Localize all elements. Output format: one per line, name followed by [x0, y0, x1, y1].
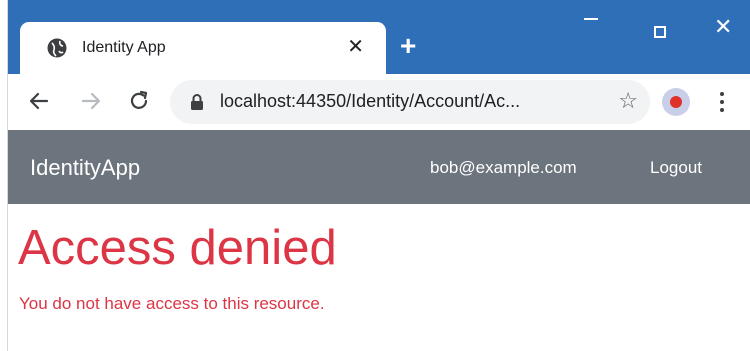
tab-title: Identity App: [82, 39, 166, 56]
back-arrow-icon[interactable]: [24, 86, 54, 116]
browser-tab[interactable]: Identity App ✕: [20, 22, 386, 74]
reload-icon[interactable]: [124, 86, 154, 116]
lock-icon[interactable]: [190, 94, 204, 110]
maximize-icon[interactable]: [654, 26, 666, 38]
navbar-user-link[interactable]: bob@example.com: [430, 158, 577, 178]
minimize-icon[interactable]: [584, 18, 598, 20]
forward-arrow-icon[interactable]: [76, 86, 106, 116]
window-left-border: [0, 0, 8, 351]
page-title: Access denied: [18, 221, 337, 275]
site-navbar: IdentityApp bob@example.com Logout: [8, 130, 750, 204]
new-tab-button[interactable]: +: [400, 32, 416, 60]
logout-link[interactable]: Logout: [650, 158, 702, 178]
access-denied-message: You do not have access to this resource.: [19, 294, 325, 313]
profile-icon: [670, 96, 682, 108]
browser-title-bar: Identity App ✕ + ✕: [8, 0, 750, 74]
url-text[interactable]: localhost:44350/Identity/Account/Ac...: [220, 91, 520, 112]
address-bar[interactable]: localhost:44350/Identity/Account/Ac... ☆: [170, 80, 650, 124]
more-menu-icon[interactable]: [720, 90, 724, 114]
bookmark-star-icon[interactable]: ☆: [618, 89, 638, 113]
navbar-brand[interactable]: IdentityApp: [30, 155, 140, 181]
window-close-icon[interactable]: ✕: [714, 16, 732, 38]
globe-icon: [46, 37, 68, 59]
profile-avatar[interactable]: [662, 88, 690, 116]
tab-close-icon[interactable]: ✕: [347, 36, 364, 58]
browser-toolbar: localhost:44350/Identity/Account/Ac... ☆: [8, 74, 750, 130]
